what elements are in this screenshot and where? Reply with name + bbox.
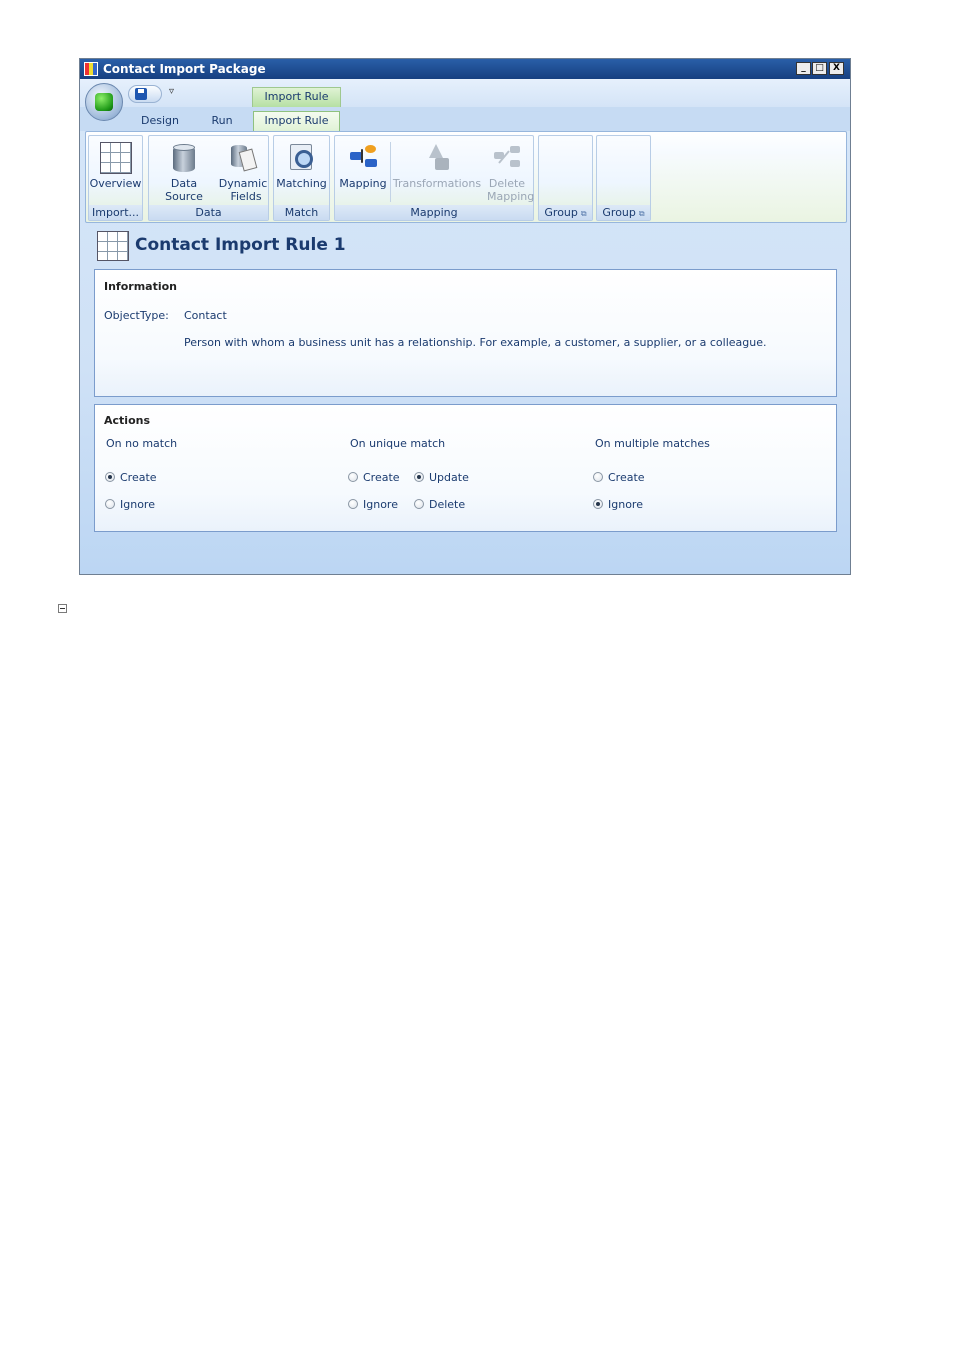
mapping-label: Mapping: [339, 177, 387, 190]
window-title: Contact Import Package: [103, 62, 266, 76]
rule-grid-icon: [97, 231, 129, 261]
radio-empty-icon: [105, 499, 115, 509]
no-match-create-radio[interactable]: Create: [105, 471, 157, 484]
contextual-tab-header: Import Rule: [252, 87, 341, 107]
transformations-button[interactable]: Transformations: [392, 138, 482, 190]
unique-match-create-radio[interactable]: Create: [348, 471, 400, 484]
minimize-button[interactable]: _: [796, 62, 811, 75]
unique-match-delete-radio[interactable]: Delete: [414, 498, 465, 511]
delete-mapping-label-2: Mapping: [487, 190, 535, 203]
matching-magnifier-icon: [286, 142, 318, 174]
object-type-label: ObjectType:: [104, 309, 169, 322]
group-label-mapping: Mapping: [335, 205, 533, 220]
page-title: Contact Import Rule 1: [135, 235, 346, 255]
overview-grid-icon: [99, 142, 132, 174]
delete-mapping-label-1: Delete: [488, 177, 526, 190]
actions-panel: Actions On no match Create Ignore On uni…: [94, 404, 837, 532]
dialog-launcher-icon[interactable]: ⧉: [581, 209, 587, 218]
ribbon-group-match: Matching Match: [273, 135, 330, 221]
application-window: Contact Import Package _ □ X ▿ Import Ru…: [79, 58, 851, 575]
information-panel: Information ObjectType: Contact Person w…: [94, 269, 837, 397]
tab-import-rule[interactable]: Import Rule: [253, 111, 340, 131]
dialog-launcher-icon[interactable]: ⧉: [639, 209, 645, 218]
tab-run[interactable]: Run: [202, 111, 242, 131]
on-no-match-label: On no match: [106, 437, 178, 450]
unique-match-update-label: Update: [429, 471, 469, 484]
title-bar: Contact Import Package _ □ X: [80, 59, 850, 79]
radio-empty-icon: [348, 499, 358, 509]
save-icon: [135, 88, 147, 100]
dynamic-fields-label-1: Dynamic: [218, 177, 268, 190]
matching-label: Matching: [276, 177, 327, 190]
multiple-matches-create-label: Create: [608, 471, 645, 484]
radio-selected-icon: [414, 472, 424, 482]
multiple-matches-ignore-label: Ignore: [608, 498, 643, 511]
on-unique-match-label: On unique match: [350, 437, 446, 450]
no-match-ignore-radio[interactable]: Ignore: [105, 498, 155, 511]
group-label-2: Group ⧉: [597, 205, 650, 220]
data-source-label: Data Source: [165, 177, 203, 203]
application-menu-button[interactable]: [85, 83, 123, 121]
radio-selected-icon: [593, 499, 603, 509]
dynamic-fields-label-2: Fields: [230, 190, 262, 203]
on-multiple-matches-label: On multiple matches: [595, 437, 710, 450]
object-type-value: Contact: [184, 309, 227, 322]
maximize-button[interactable]: □: [812, 62, 827, 75]
customize-quick-access-icon[interactable]: ▿: [169, 86, 174, 97]
radio-empty-icon: [348, 472, 358, 482]
ribbon-group-1: Group ⧉: [538, 135, 593, 221]
group-label-match: Match: [274, 205, 329, 220]
radio-empty-icon: [593, 472, 603, 482]
no-match-create-label: Create: [120, 471, 157, 484]
mapping-separator: [390, 142, 391, 202]
ribbon-group-data: Data Source Dynamic Fields Data: [148, 135, 269, 221]
unique-match-ignore-label: Ignore: [363, 498, 398, 511]
multiple-matches-create-radio[interactable]: Create: [593, 471, 645, 484]
close-button[interactable]: X: [829, 62, 844, 75]
overview-button[interactable]: Overview: [89, 138, 142, 190]
radio-empty-icon: [414, 499, 424, 509]
delete-mapping-icon: [491, 142, 523, 174]
ribbon-group-mapping: Mapping Transformations Delete Mapping M…: [334, 135, 534, 221]
transformations-label: Transformations: [392, 177, 482, 190]
multiple-matches-ignore-radio[interactable]: Ignore: [593, 498, 643, 511]
object-type-description: Person with whom a business unit has a r…: [184, 336, 767, 349]
actions-heading: Actions: [104, 414, 150, 427]
overview-label: Overview: [89, 177, 142, 190]
group-label-data: Data: [149, 205, 268, 220]
group-1-label: Group: [544, 206, 578, 219]
delete-mapping-button[interactable]: Delete Mapping: [483, 138, 535, 203]
ribbon-group-import: Overview Import...: [88, 135, 143, 221]
quick-access-toolbar: [80, 79, 850, 107]
app-logo-icon: [95, 93, 113, 111]
unique-match-delete-label: Delete: [429, 498, 466, 511]
unique-match-update-radio[interactable]: Update: [414, 471, 469, 484]
ribbon-panel: Overview Import... Data Source Dynamic F…: [85, 131, 847, 223]
ribbon-tab-row: [80, 107, 850, 131]
dynamic-fields-icon: [227, 142, 259, 174]
group-label-import: Import...: [89, 205, 142, 220]
unique-match-ignore-radio[interactable]: Ignore: [348, 498, 398, 511]
database-icon: [173, 142, 195, 174]
unique-match-create-label: Create: [363, 471, 400, 484]
information-heading: Information: [104, 280, 177, 293]
quick-save-button[interactable]: [128, 85, 162, 103]
group-2-label: Group: [602, 206, 636, 219]
group-label-1: Group ⧉: [539, 205, 592, 220]
app-icon: [84, 62, 98, 76]
tab-design[interactable]: Design: [135, 111, 185, 131]
no-match-ignore-label: Ignore: [120, 498, 155, 511]
mapping-icon: [347, 142, 379, 174]
transformations-icon: [421, 142, 453, 174]
data-source-button[interactable]: Data Source: [151, 138, 217, 203]
ribbon-group-2: Group ⧉: [596, 135, 651, 221]
matching-button[interactable]: Matching: [274, 138, 329, 190]
collapse-toggle-icon[interactable]: [58, 604, 67, 613]
radio-selected-icon: [105, 472, 115, 482]
dynamic-fields-button[interactable]: Dynamic Fields: [217, 138, 269, 203]
mapping-button[interactable]: Mapping: [337, 138, 389, 190]
